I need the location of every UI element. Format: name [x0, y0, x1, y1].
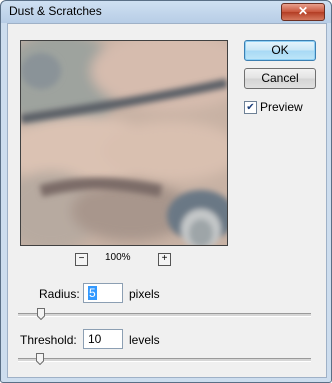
zoom-level: 100%: [105, 252, 131, 263]
title-bar[interactable]: Dust & Scratches ✕: [1, 1, 331, 23]
radius-slider-track[interactable]: [18, 313, 311, 317]
preview-label: Preview: [260, 100, 303, 114]
dialog-window: Dust & Scratches ✕ − 100% + OK Cancel ✔ …: [0, 0, 332, 383]
close-button[interactable]: ✕: [281, 3, 325, 21]
close-icon: ✕: [297, 4, 309, 18]
dialog-body: − 100% + OK Cancel ✔ Preview Radius: 5 p…: [7, 23, 327, 378]
radius-label: Radius:: [39, 287, 80, 301]
threshold-slider-thumb[interactable]: [36, 353, 44, 365]
preview-checkbox[interactable]: ✔: [244, 101, 257, 114]
ok-button[interactable]: OK: [244, 40, 316, 61]
threshold-unit: levels: [129, 333, 160, 347]
threshold-slider-track[interactable]: [18, 358, 311, 362]
radius-unit: pixels: [129, 287, 160, 301]
preview-image[interactable]: [20, 40, 228, 246]
radius-value: 5: [88, 286, 97, 300]
zoom-in-icon: +: [161, 253, 168, 264]
check-icon: ✔: [246, 102, 255, 113]
threshold-input[interactable]: 10: [83, 329, 123, 349]
radius-input[interactable]: 5: [83, 283, 123, 303]
cancel-button[interactable]: Cancel: [244, 68, 316, 89]
zoom-controls: − 100% +: [8, 252, 238, 269]
zoom-out-icon: −: [78, 253, 85, 264]
threshold-label: Threshold:: [20, 333, 77, 347]
threshold-value: 10: [88, 332, 102, 346]
zoom-out-button[interactable]: −: [75, 253, 88, 266]
zoom-in-button[interactable]: +: [158, 253, 171, 266]
dialog-title: Dust & Scratches: [9, 4, 102, 18]
radius-slider-thumb[interactable]: [37, 308, 45, 320]
